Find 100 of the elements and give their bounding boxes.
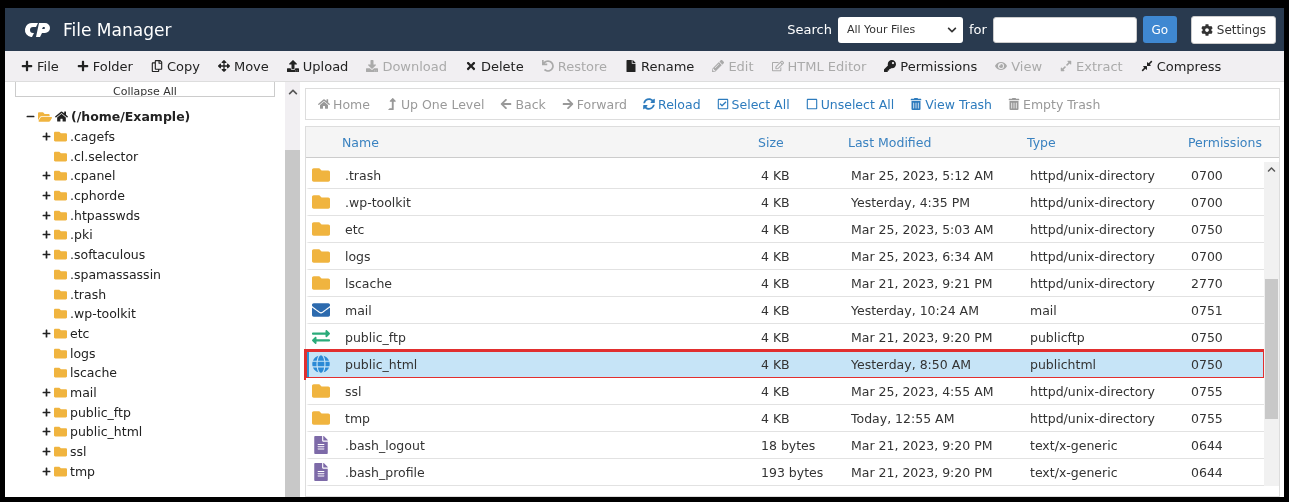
tree-item[interactable]: public_html: [70, 424, 143, 440]
tree-item[interactable]: public_ftp: [70, 404, 131, 420]
document-icon: [312, 436, 330, 454]
toolbar-button[interactable]: Rename: [617, 58, 703, 74]
chevron-down-icon: [946, 24, 957, 35]
last-modified: Mar 21, 2023, 9:20 PM: [851, 437, 994, 453]
level-up-icon: [385, 98, 398, 110]
toolbar-button[interactable]: Move: [209, 58, 277, 74]
tree-item[interactable]: .trash: [70, 286, 107, 302]
tree-item[interactable]: tmp: [70, 463, 95, 479]
tree-item[interactable]: (/home/Example): [71, 109, 191, 125]
nav-button[interactable]: Select All: [708, 96, 798, 112]
toolbar-button[interactable]: Folder: [68, 58, 141, 74]
tree-item[interactable]: .wp-toolkit: [70, 306, 136, 322]
eye-icon: [995, 60, 1008, 72]
expand-toggle-icon[interactable]: [41, 387, 51, 397]
search-scope-dropdown[interactable]: All Your Files: [837, 16, 963, 43]
permissions: 0700: [1191, 248, 1224, 264]
file-size: 4 KB: [761, 194, 791, 210]
chevron-up-icon[interactable]: [287, 87, 298, 97]
permissions: 0644: [1191, 464, 1224, 480]
arrow-right-icon: [561, 98, 574, 110]
last-modified: Mar 25, 2023, 5:12 AM: [851, 167, 995, 183]
toolbar-button[interactable]: Delete: [457, 58, 532, 74]
go-button[interactable]: Go: [1142, 16, 1177, 43]
expand-toggle-icon[interactable]: [41, 427, 51, 437]
column-header[interactable]: Name: [342, 134, 758, 150]
tree-item[interactable]: etc: [70, 325, 90, 341]
column-header[interactable]: Last Modified: [848, 134, 1027, 150]
last-modified: Yesterday, 8:50 AM: [851, 356, 972, 372]
file-size: 4 KB: [761, 167, 791, 183]
expand-toggle-icon[interactable]: [41, 407, 51, 417]
tree-item[interactable]: mail: [70, 384, 97, 400]
tree-item[interactable]: .spamassassin: [70, 266, 162, 282]
file-type: publichtml: [1030, 356, 1098, 372]
reload-icon: [643, 98, 656, 110]
tree-item[interactable]: logs: [70, 345, 96, 361]
tree-item[interactable]: .htpasswds: [70, 207, 141, 223]
toolbar-button[interactable]: Permissions: [876, 58, 986, 74]
key-icon: [884, 60, 897, 72]
file-type: mail: [1030, 302, 1058, 318]
tree-item[interactable]: .pki: [70, 227, 93, 243]
file-type: httpd/unix-directory: [1030, 248, 1156, 264]
folder-icon: [312, 274, 330, 292]
file-size: 4 KB: [761, 329, 791, 345]
mail-icon: [312, 301, 330, 319]
folder-icon: [54, 248, 67, 262]
tree-item[interactable]: .cphorde: [70, 188, 125, 204]
file-size: 4 KB: [761, 248, 791, 264]
expand-toggle-icon[interactable]: [41, 230, 51, 240]
toolbar-button[interactable]: File: [13, 58, 67, 74]
expand-toggle-icon[interactable]: [41, 191, 51, 201]
scrollbar-thumb[interactable]: [1265, 279, 1278, 419]
trash-icon: [1008, 98, 1020, 110]
file-size: 193 bytes: [761, 464, 825, 480]
toolbar-button[interactable]: Copy: [142, 58, 208, 74]
column-header[interactable]: Size: [758, 134, 848, 150]
toolbar-button[interactable]: Compress: [1132, 58, 1230, 74]
expand-toggle-icon[interactable]: [41, 328, 51, 338]
file-size: 18 bytes: [761, 437, 817, 453]
tree-item[interactable]: .cagefs: [70, 129, 116, 145]
nav-button[interactable]: Unselect All: [797, 96, 903, 112]
expand-toggle-icon[interactable]: [41, 447, 51, 457]
folder-icon: [54, 445, 67, 459]
scroll-up-icon[interactable]: [1267, 165, 1276, 174]
search-field[interactable]: [992, 16, 1137, 43]
tree-item[interactable]: .softaculous: [70, 247, 146, 263]
folder-icon: [54, 169, 67, 183]
expand-toggle-icon[interactable]: [41, 250, 51, 260]
nav-button[interactable]: View Trash: [902, 96, 1000, 112]
file-name: lscache: [345, 275, 393, 291]
settings-button[interactable]: Settings: [1190, 15, 1276, 44]
expand-toggle-icon[interactable]: [41, 132, 51, 142]
file-type: httpd/unix-directory: [1030, 383, 1156, 399]
tree-item[interactable]: .cl.selector: [70, 148, 139, 164]
tree-item[interactable]: lscache: [70, 365, 117, 381]
search-label: Search: [787, 22, 832, 37]
toolbar-button[interactable]: Upload: [278, 58, 357, 74]
tree-item[interactable]: ssl: [70, 444, 87, 460]
exchange-arrows-icon: [312, 328, 330, 346]
file-type: httpd/unix-directory: [1030, 194, 1156, 210]
file-name: .bash_profile: [345, 464, 426, 480]
highlighted-file-row[interactable]: public_html 4 KB Yesterday, 8:50 AM publichtml 0750: [306, 351, 1264, 378]
expand-toggle-icon[interactable]: [41, 210, 51, 220]
folder-icon: [54, 405, 67, 419]
expand-toggle-icon[interactable]: [41, 171, 51, 181]
trash-icon: [910, 98, 923, 110]
column-header[interactable]: Type: [1027, 134, 1188, 150]
file-size: 4 KB: [761, 383, 791, 399]
move-arrows-icon: [217, 60, 230, 72]
folder-icon: [54, 326, 67, 340]
expand-toggle-icon[interactable]: [41, 466, 51, 476]
undo-icon: [541, 60, 554, 72]
open-folder-icon: [38, 109, 52, 124]
tree-item[interactable]: .cpanel: [70, 168, 116, 184]
file-type: httpd/unix-directory: [1030, 221, 1156, 237]
column-header[interactable]: Permissions: [1188, 134, 1279, 150]
file-size: 4 KB: [761, 302, 791, 318]
nav-button[interactable]: Reload: [635, 96, 709, 112]
file-type: text/x-generic: [1030, 437, 1119, 453]
